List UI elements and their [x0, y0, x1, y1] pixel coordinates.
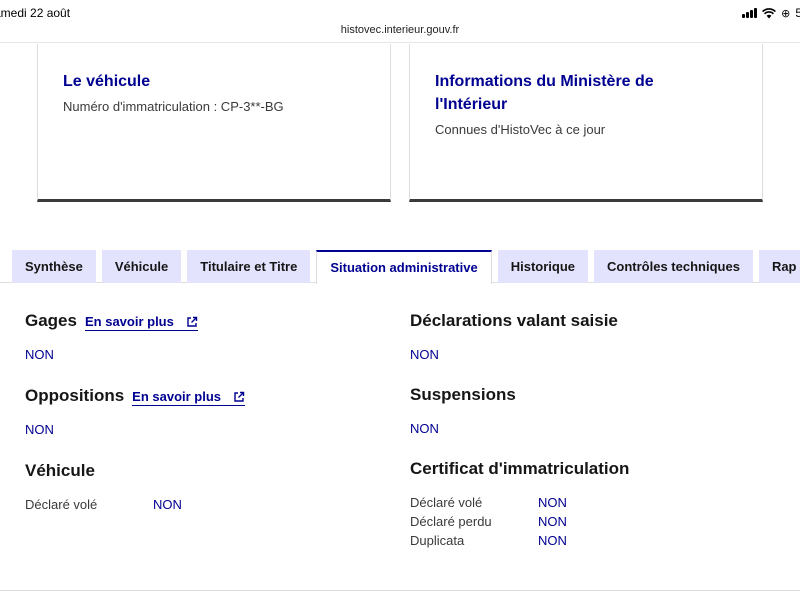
certificat-row-duplicata: Duplicata NON [410, 531, 629, 550]
oppositions-more-link[interactable]: En savoir plus [132, 389, 246, 406]
row-label: Duplicata [410, 533, 465, 548]
gages-section: Gages En savoir plus NON [25, 311, 198, 362]
tab-historique[interactable]: Historique [497, 250, 589, 283]
suspensions-title: Suspensions [410, 385, 516, 404]
tab-titulaire-titre[interactable]: Titulaire et Titre [187, 250, 311, 283]
certificat-row-vole: Déclaré volé NON [410, 493, 629, 512]
tab-bar: Synthèse Véhicule Titulaire et Titre Sit… [12, 250, 800, 284]
row-label: Déclaré volé [25, 497, 98, 512]
row-value: NON [538, 495, 567, 510]
ministry-card-title: Informations du Ministère de l'Intérieur [435, 70, 737, 116]
orientation-lock-icon: ⊕ [781, 7, 791, 20]
suspensions-value: NON [410, 421, 439, 436]
url-divider [0, 42, 800, 43]
saisie-section: Déclarations valant saisie NON [410, 311, 618, 362]
certificat-title: Certificat d'immatriculation [410, 459, 630, 478]
gages-title: Gages [25, 311, 77, 330]
status-date: amedi 22 août [0, 6, 71, 20]
battery-percent: 5 [795, 6, 800, 20]
tab-controles-techniques[interactable]: Contrôles techniques [594, 250, 753, 283]
ministry-card-title-line2: l'Intérieur [435, 96, 508, 113]
gages-value: NON [25, 347, 54, 362]
row-label: Déclaré perdu [410, 514, 492, 529]
tab-synthese[interactable]: Synthèse [12, 250, 96, 283]
vehicle-card-title: Le véhicule [63, 73, 151, 90]
oppositions-title: Oppositions [25, 386, 125, 405]
external-link-icon [234, 391, 245, 402]
status-icons: ⊕ 5 [742, 6, 800, 20]
signal-icon [742, 8, 758, 18]
vehicule-section: Véhicule Déclaré volé NON [25, 461, 182, 514]
suspensions-section: Suspensions NON [410, 385, 516, 436]
wifi-icon [762, 7, 777, 18]
vehicle-card: Le véhicule Numéro d'immatriculation : C… [37, 44, 391, 202]
ministry-card-title-line1: Informations du Ministère de [435, 73, 654, 90]
row-label: Déclaré volé [410, 495, 483, 510]
registration-number: Numéro d'immatriculation : CP-3**-BG [63, 99, 284, 114]
tab-situation-administrative[interactable]: Situation administrative [316, 250, 492, 284]
url-bar[interactable]: histovec.interieur.gouv.fr [0, 24, 800, 40]
oppositions-more-link-label: En savoir plus [132, 389, 222, 404]
oppositions-value: NON [25, 422, 54, 437]
gages-more-link[interactable]: En savoir plus [84, 314, 198, 331]
vehicule-row-vole: Déclaré volé NON [25, 495, 182, 514]
certificat-section: Certificat d'immatriculation Déclaré vol… [410, 459, 629, 550]
row-value: NON [538, 533, 567, 548]
status-bar: amedi 22 août ⊕ 5 [0, 0, 800, 24]
ministry-card-subtitle: Connues d'HistoVec à ce jour [435, 122, 606, 137]
tab-rapport[interactable]: Rap [758, 250, 800, 283]
row-value: NON [153, 497, 182, 512]
oppositions-section: Oppositions En savoir plus NON [25, 386, 246, 437]
tab-vehicule[interactable]: Véhicule [101, 250, 182, 283]
vehicule-title: Véhicule [25, 461, 95, 480]
gages-more-link-label: En savoir plus [84, 314, 174, 329]
ministry-info-card: Informations du Ministère de l'Intérieur… [409, 44, 763, 202]
certificat-row-perdu: Déclaré perdu NON [410, 512, 629, 531]
row-value: NON [538, 514, 567, 529]
external-link-icon [187, 316, 198, 327]
saisie-title: Déclarations valant saisie [410, 311, 618, 330]
saisie-value: NON [410, 347, 439, 362]
